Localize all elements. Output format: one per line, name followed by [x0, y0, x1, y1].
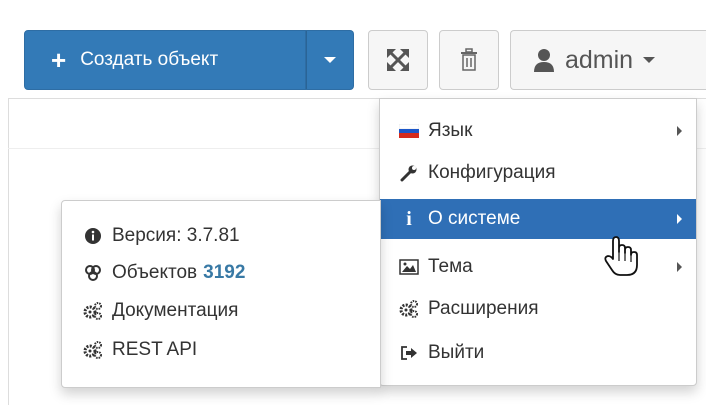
cogs-icon — [82, 341, 104, 359]
menu-item-logout[interactable]: Выйти — [380, 333, 696, 373]
flag-ru-icon — [398, 124, 420, 138]
fullscreen-button[interactable] — [368, 30, 428, 90]
trash-icon — [461, 48, 477, 71]
cogs-icon — [82, 302, 104, 320]
menu-item-label: Тема — [428, 256, 473, 277]
objects-count: 3192 — [203, 262, 246, 283]
about-submenu: Версия: 3.7.81 Объектов 3192 Документаци… — [61, 200, 381, 388]
info-icon: i — [406, 207, 412, 230]
documentation-link[interactable]: Документация — [82, 294, 238, 328]
trash-button[interactable] — [439, 30, 499, 90]
version-text: Версия: 3.7.81 — [112, 225, 240, 246]
create-object-dropdown-button[interactable] — [306, 30, 354, 90]
menu-item-label: Конфигурация — [428, 162, 556, 183]
create-object-button[interactable]: + Создать объект — [24, 30, 306, 90]
menu-item-label: О системе — [428, 208, 521, 229]
sign-out-icon — [398, 345, 420, 361]
info-circle-icon — [82, 227, 104, 245]
menu-item-configuration[interactable]: Конфигурация — [380, 153, 696, 193]
caret-down-icon — [643, 57, 656, 63]
user-icon — [534, 49, 554, 72]
menu-item-label: Язык — [428, 120, 473, 141]
hand-cursor-icon — [603, 235, 639, 282]
chevron-right-icon — [677, 262, 682, 272]
plus-icon: + — [51, 45, 67, 75]
version-item: Версия: 3.7.81 — [82, 219, 240, 253]
wrench-icon — [398, 164, 420, 182]
rest-api-link[interactable]: REST API — [82, 333, 197, 367]
chevron-right-icon — [677, 214, 682, 224]
create-object-group: + Создать объект — [24, 30, 354, 90]
user-dropdown-menu: Язык Конфигурация i О системе Тема Расши… — [379, 98, 697, 386]
objects-label: Объектов — [112, 262, 198, 283]
chevron-right-icon — [677, 126, 682, 136]
menu-item-about[interactable]: i О системе — [380, 199, 696, 239]
menu-item-label: Выйти — [428, 342, 485, 363]
image-icon — [398, 259, 420, 275]
expand-icon — [387, 49, 409, 71]
user-name: admin — [565, 45, 634, 74]
menu-item-extensions[interactable]: Расширения — [380, 289, 696, 329]
menu-item-label: Расширения — [428, 298, 539, 319]
user-menu-button[interactable]: admin — [510, 30, 706, 90]
menu-item-language[interactable]: Язык — [380, 111, 696, 151]
caret-down-icon — [324, 57, 336, 63]
menu-item-theme[interactable]: Тема — [380, 247, 696, 287]
create-object-label: Создать объект — [80, 49, 219, 70]
documentation-label: Документация — [112, 300, 239, 321]
rest-api-label: REST API — [112, 339, 198, 360]
objects-icon — [82, 264, 104, 282]
cogs-icon — [398, 300, 420, 318]
objects-count-item: Объектов 3192 — [82, 256, 245, 290]
